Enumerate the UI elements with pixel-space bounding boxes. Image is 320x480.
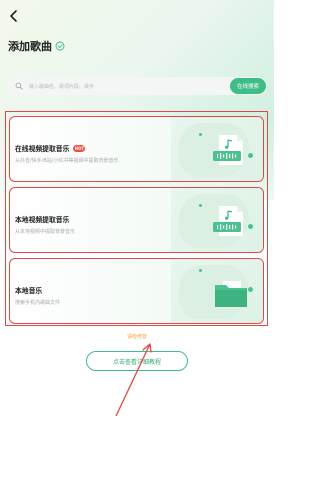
view-tutorial-button[interactable]: 点击查看详细教程 [86,351,188,371]
card-title-text: 本地音乐 [15,287,43,295]
card-title-text: 本地视频提取音乐 [15,216,70,224]
decor-dot [199,133,202,136]
hint-text: 请检修音 [126,334,147,340]
folder-icon [215,281,247,307]
card-subtitle: 从本地视频中提取背景音乐 [15,229,76,235]
decor-dot [199,269,202,272]
card-title-text: 在线视频提取音乐 [15,145,70,153]
card-subtitle: 从抖音/快手/B站/小红书等视频中提取背景音乐 [15,158,119,164]
card-title: 本地音乐 [15,285,42,295]
card-title: 在线视频提取音乐 HOT [15,143,86,153]
card-subtitle: 搜索手机内歌曲文件 [15,300,61,306]
page-header: 添加歌曲 [8,38,65,54]
hot-badge: HOT [73,144,86,152]
search-bar[interactable]: 输入歌曲名、歌词片段、歌手 在线搜索 [7,77,267,95]
card-title: 本地视频提取音乐 [15,214,69,224]
decor-dot [248,287,253,292]
decor-dot [199,204,202,207]
online-search-button[interactable]: 在线搜索 [229,78,266,94]
online-video-extract-card[interactable]: 在线视频提取音乐 HOT 从抖音/快手/B站/小红书等视频中提取背景音乐 [9,116,264,182]
local-video-extract-card[interactable]: 本地视频提取音乐 从本地视频中提取背景音乐 [9,187,264,253]
music-file-waveform-icon [213,206,243,236]
page-title: 添加歌曲 [8,40,52,53]
decor-dot [248,153,253,158]
decor-dot [248,224,253,229]
back-arrow-icon[interactable] [6,8,22,24]
local-music-card[interactable]: 本地音乐 搜索手机内歌曲文件 [9,258,264,324]
search-icon [15,82,23,90]
music-file-waveform-icon [213,135,243,165]
verified-check-icon [55,41,65,51]
